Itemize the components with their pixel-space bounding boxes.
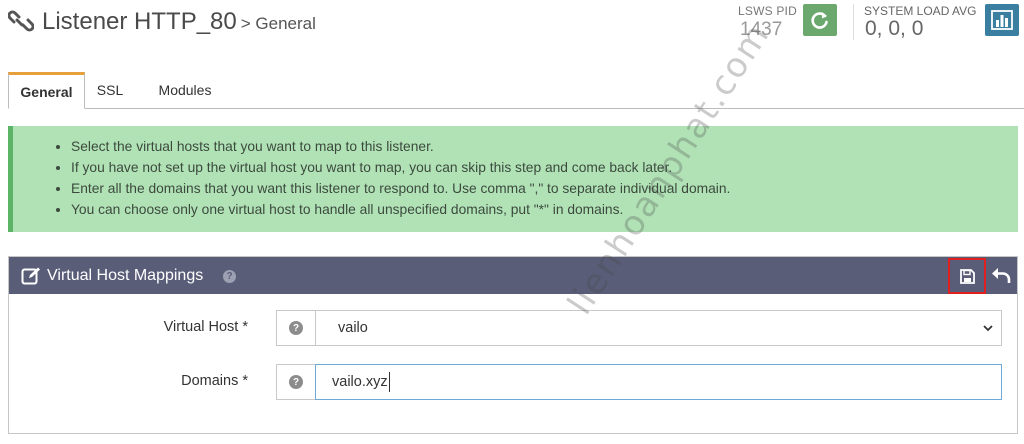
domains-help[interactable]: ? [276,364,316,400]
virtual-host-mappings-panel: Virtual Host Mappings ? Virtual Host * ?… [8,256,1018,434]
info-item: Enter all the domains that you want this… [71,178,1018,199]
domains-label: Domains * [181,373,248,389]
info-item: You can choose only one virtual host to … [71,199,1018,220]
tab-general[interactable]: General [8,72,85,109]
virtual-host-select[interactable]: vailo [315,310,1002,346]
page-header: Listener HTTP_80 > General LSWS PID 1437 … [0,0,1024,62]
virtual-host-value: vailo [338,320,368,336]
save-button[interactable] [948,258,986,294]
help-icon: ? [289,375,303,389]
link-chain-icon [8,10,34,32]
tab-modules[interactable]: Modules [142,72,228,108]
virtual-host-help[interactable]: ? [276,310,316,346]
domains-input[interactable]: vailo.xyz [315,364,1002,400]
panel-title: Virtual Host Mappings [47,267,204,284]
pid-label: LSWS PID [738,4,797,18]
info-list: Select the virtual hosts that you want t… [13,136,1018,220]
tab-ssl[interactable]: SSL [90,72,130,108]
chevron-down-icon [983,325,993,332]
help-icon[interactable]: ? [223,270,236,283]
panel-header: Virtual Host Mappings ? [9,257,1017,294]
tab-bar: General SSL Modules [8,72,1024,109]
info-item: If you have not set up the virtual host … [71,157,1018,178]
virtual-host-label: Virtual Host * [163,319,248,335]
page-title: Listener HTTP_80 > General [42,8,316,35]
stats-button[interactable] [985,4,1019,36]
undo-icon[interactable] [991,266,1011,284]
edit-icon [21,267,40,285]
breadcrumb: > General [240,14,316,33]
header-divider [853,4,854,40]
domains-value: vailo.xyz [332,374,388,390]
help-icon: ? [289,321,303,335]
restart-icon [811,12,828,29]
bar-chart-icon [991,10,1013,30]
load-value: 0, 0, 0 [865,17,924,40]
info-box: Select the virtual hosts that you want t… [8,126,1018,232]
info-item: Select the virtual hosts that you want t… [71,136,1018,157]
save-icon [959,268,975,284]
restart-button[interactable] [803,4,837,36]
load-label: SYSTEM LOAD AVG [864,4,977,18]
text-caret [388,372,390,392]
pid-value: 1437 [740,19,783,40]
